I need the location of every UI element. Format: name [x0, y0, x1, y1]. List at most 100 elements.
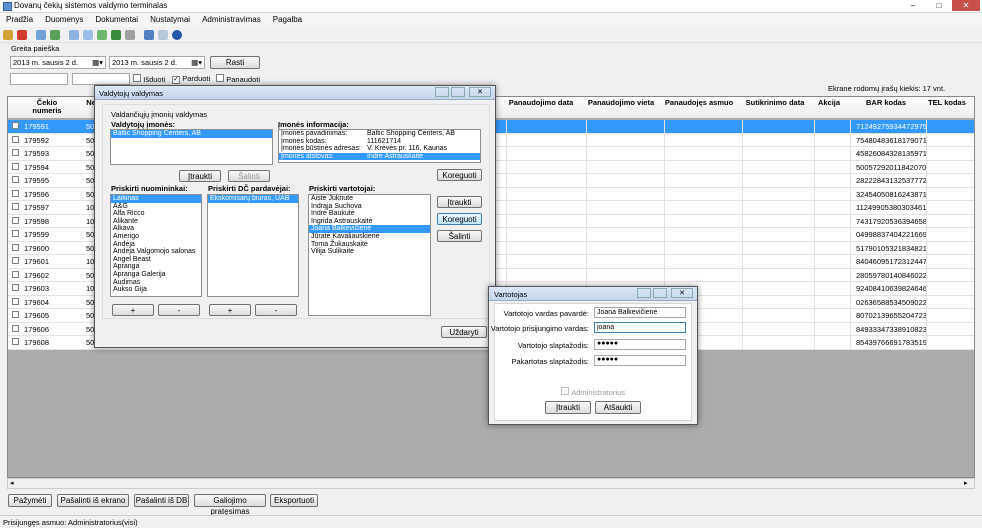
dialog-close-icon[interactable]: ✕: [469, 87, 491, 97]
date-from-picker[interactable]: 2013 m. sausis 2 d. ▦▾: [10, 56, 106, 69]
col-bar-code[interactable]: BAR kodas: [850, 99, 922, 107]
close-dialog-button[interactable]: Uždaryti: [441, 326, 487, 338]
remove-from-screen-button[interactable]: Pašalinti iš ekrano: [57, 494, 129, 507]
row-checkbox[interactable]: [12, 216, 19, 224]
admin-checkbox[interactable]: [561, 387, 569, 395]
maximize-button[interactable]: □: [926, 0, 952, 11]
add-seller-button[interactable]: +: [209, 304, 251, 316]
menu-administravimas[interactable]: Administravimas: [196, 13, 267, 24]
sold-filter[interactable]: ✓ Parduoti: [172, 74, 210, 84]
search-icon[interactable]: [36, 30, 46, 40]
remove-seller-button[interactable]: -: [255, 304, 297, 316]
row-checkbox[interactable]: [12, 162, 19, 170]
date-to-picker[interactable]: 2013 m. sausis 2 d. ▦▾: [109, 56, 205, 69]
col-use-date[interactable]: Panaudojimo data: [506, 99, 576, 107]
scroll-left-icon[interactable]: ◂: [10, 479, 14, 487]
user-item[interactable]: Toma Žukauskaitė: [309, 241, 430, 249]
edit-icon[interactable]: [3, 30, 13, 40]
add-icon[interactable]: [97, 30, 107, 40]
row-checkbox[interactable]: [12, 338, 19, 345]
add-user-button[interactable]: Įtraukti: [437, 196, 482, 208]
admin-option[interactable]: Administratorius: [561, 387, 625, 397]
row-checkbox[interactable]: [12, 149, 19, 156]
row-checkbox[interactable]: [12, 243, 19, 251]
row-checkbox[interactable]: [12, 122, 19, 129]
menu-pradzia[interactable]: Pradžia: [0, 13, 39, 24]
user-dialog-maximize-button[interactable]: [653, 288, 667, 298]
refresh-icon[interactable]: [50, 30, 60, 40]
menu-pagalba[interactable]: Pagalba: [267, 13, 308, 24]
row-checkbox[interactable]: [12, 311, 19, 318]
scroll-right-icon[interactable]: ▸: [964, 479, 968, 487]
tenant-item[interactable]: Angel Beast: [111, 256, 201, 264]
copy-icon[interactable]: [69, 30, 79, 40]
export-icon[interactable]: [111, 30, 121, 40]
sold-checkbox[interactable]: ✓: [172, 76, 180, 84]
tenant-item[interactable]: A&G: [111, 203, 201, 211]
edit-user-button[interactable]: Koreguoti: [437, 213, 482, 225]
preview-icon[interactable]: [158, 30, 168, 40]
issued-filter[interactable]: Išduoti: [133, 74, 165, 84]
menu-duomenys[interactable]: Duomenys: [39, 13, 89, 24]
user-login-field[interactable]: joana: [594, 322, 686, 333]
user-item[interactable]: Ingrida Astrauskaitė: [309, 218, 430, 226]
row-checkbox[interactable]: [12, 270, 19, 278]
add-company-button[interactable]: Įtraukti: [179, 170, 221, 182]
edit-company-button[interactable]: Koreguoti: [437, 169, 482, 181]
user-item[interactable]: Aistė Juknutė: [309, 195, 430, 203]
col-used-by[interactable]: Panaudojęs asmuo: [664, 99, 734, 107]
tenant-item[interactable]: Audimas: [111, 279, 201, 287]
user-item[interactable]: Vilija Sulikaitė: [309, 248, 430, 256]
horizontal-scrollbar[interactable]: ◂ ▸: [7, 478, 975, 489]
close-window-button[interactable]: ✕: [952, 0, 980, 11]
user-item[interactable]: Indrąja Suchova: [309, 203, 430, 211]
delete-icon[interactable]: [17, 30, 27, 40]
mark-button[interactable]: Pažymėti: [8, 494, 52, 507]
seller-item[interactable]: Ekskomisarų biuras, UAB: [208, 195, 298, 203]
companies-list[interactable]: Baltic Shopping Centers, AB: [110, 129, 273, 165]
extend-validity-button[interactable]: Galiojimo pratęsimas: [194, 494, 266, 516]
menu-nustatymai[interactable]: Nustatymai: [144, 13, 196, 24]
tenant-item[interactable]: Alikante: [111, 218, 201, 226]
user-add-button[interactable]: Įtraukti: [545, 401, 591, 414]
tenant-item[interactable]: Andėja: [111, 241, 201, 249]
user-password-repeat-field[interactable]: ●●●●●: [594, 355, 686, 366]
tenant-item[interactable]: Laikinas: [111, 195, 201, 203]
help-icon[interactable]: [172, 30, 182, 40]
tenant-item[interactable]: Andėja Valgomojo salonas: [111, 248, 201, 256]
row-checkbox[interactable]: [12, 230, 19, 237]
dialog-maximize-button[interactable]: [451, 87, 465, 97]
menu-dokumentai[interactable]: Dokumentai: [89, 13, 144, 24]
col-check-number[interactable]: Čekio numeris: [26, 99, 68, 115]
col-tel-code[interactable]: TEL kodas: [928, 99, 966, 107]
tenant-item[interactable]: Amerigo: [111, 233, 201, 241]
used-filter[interactable]: Panaudoti: [216, 74, 260, 84]
user-item[interactable]: Joana Balkevičienė: [309, 225, 430, 233]
user-dialog-close-icon[interactable]: ✕: [671, 288, 693, 298]
user-item[interactable]: Jūratė Kavaliauskienė: [309, 233, 430, 241]
sellers-list[interactable]: Ekskomisarų biuras, UAB: [207, 194, 299, 297]
remove-tenant-button[interactable]: -: [158, 304, 200, 316]
tenant-item[interactable]: Aukso Gija: [111, 286, 201, 294]
remove-from-db-button[interactable]: Pašalinti iš DB: [134, 494, 189, 507]
tenant-item[interactable]: Alfa Ricco: [111, 210, 201, 218]
row-checkbox[interactable]: [12, 324, 19, 332]
remove-user-button[interactable]: Šalinti: [437, 230, 482, 242]
used-checkbox[interactable]: [216, 74, 224, 82]
add-tenant-button[interactable]: +: [112, 304, 154, 316]
tenants-list[interactable]: Laikinas A&G Alfa Ricco Alikante Alkava Ameri…: [110, 194, 202, 297]
find-button[interactable]: Rasti: [210, 56, 260, 69]
search-field-1[interactable]: [10, 73, 68, 85]
users-list[interactable]: Aistė Juknutė Indrąja Suchova Indrė Baukut…: [308, 194, 431, 316]
user-cancel-button[interactable]: Atšaukti: [595, 401, 641, 414]
remove-company-button[interactable]: Šalinti: [228, 170, 270, 182]
row-checkbox[interactable]: [12, 189, 19, 197]
tenant-item[interactable]: Apranga Galerija: [111, 271, 201, 279]
minimize-button[interactable]: –: [900, 0, 926, 11]
export-button[interactable]: Eksportuoti: [270, 494, 318, 507]
user-password-field[interactable]: ●●●●●: [594, 339, 686, 350]
zoom-icon[interactable]: [144, 30, 154, 40]
tenant-item[interactable]: Apranga: [111, 263, 201, 271]
row-checkbox[interactable]: [12, 135, 19, 143]
col-use-place[interactable]: Panaudojimo vieta: [586, 99, 656, 107]
